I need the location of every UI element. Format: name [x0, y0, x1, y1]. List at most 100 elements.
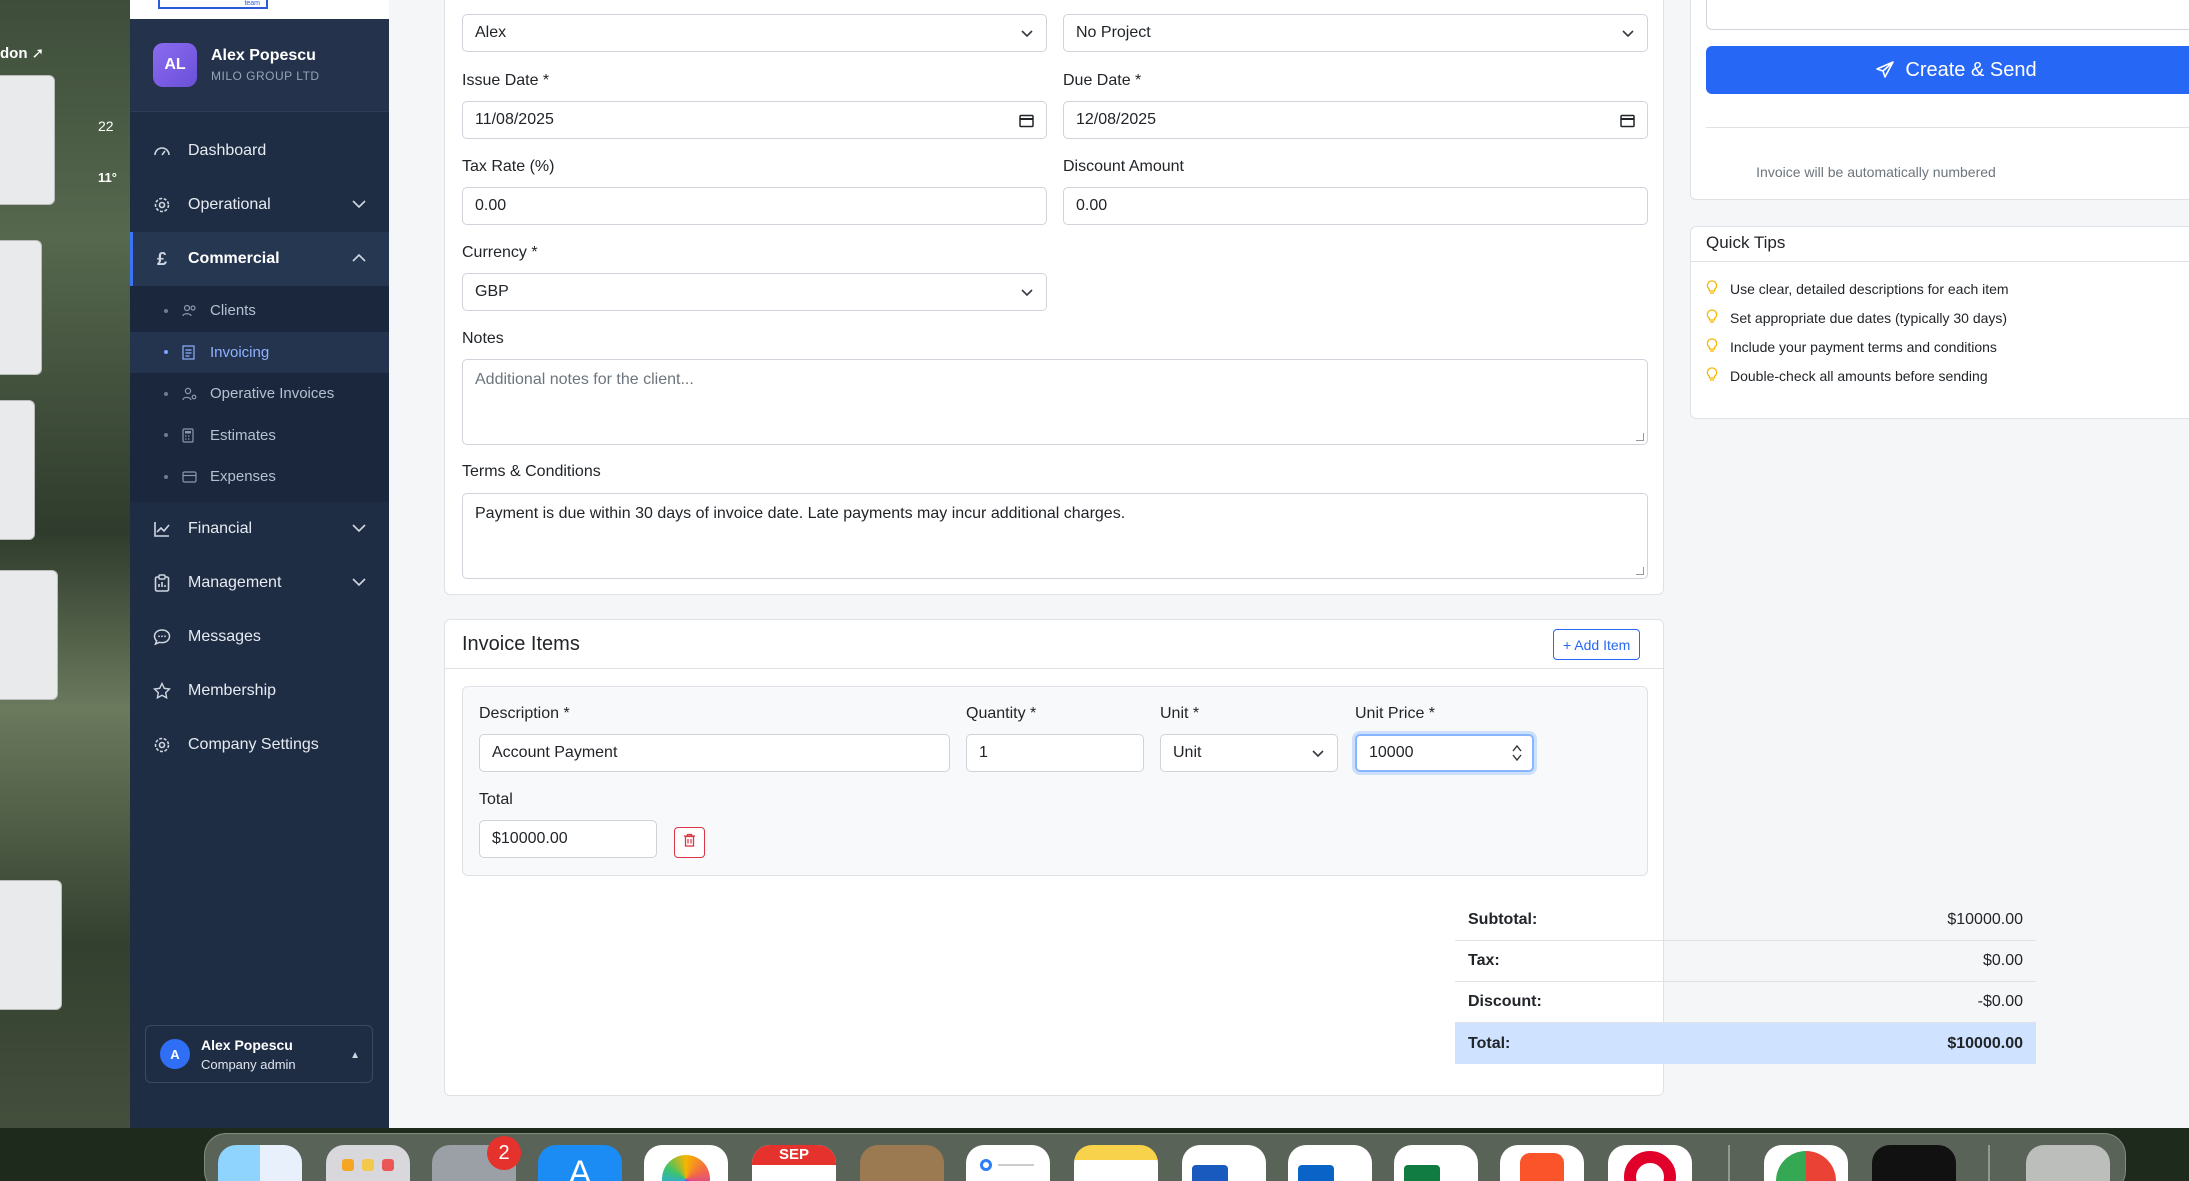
tip-item: Double-check all amounts before sending: [1706, 367, 1988, 385]
issue-date-input[interactable]: 11/08/2025: [462, 101, 1047, 139]
reminders-icon[interactable]: [966, 1145, 1050, 1181]
project-select[interactable]: No Project: [1063, 14, 1648, 52]
resize-handle[interactable]: [1636, 433, 1644, 441]
avatar: A: [160, 1039, 190, 1069]
due-date-input[interactable]: 12/08/2025: [1063, 101, 1648, 139]
currency-select-value: GBP: [475, 283, 509, 300]
desktop-window-thumbnail[interactable]: [0, 400, 35, 540]
desktop-window-thumbnail[interactable]: [0, 240, 42, 375]
item-unit-select[interactable]: Unit: [1160, 734, 1338, 772]
finder-icon[interactable]: [218, 1145, 302, 1181]
item-quantity-input[interactable]: 1: [966, 734, 1144, 772]
delete-item-button[interactable]: [674, 827, 705, 858]
due-date-value: 12/08/2025: [1076, 111, 1157, 128]
launchpad-icon[interactable]: [326, 1145, 410, 1181]
main-content: Alex No Project Issue Date * 11/08/2025 …: [389, 0, 2189, 1128]
clipboard-icon: [152, 573, 172, 593]
outlook-icon[interactable]: [1288, 1145, 1372, 1181]
calendar-icon[interactable]: [1620, 113, 1635, 133]
tip-item: Use clear, detailed descriptions for eac…: [1706, 280, 2009, 298]
terms-textarea[interactable]: Payment is due within 30 days of invoice…: [462, 493, 1648, 579]
trash-icon: [683, 833, 696, 852]
desktop-window-thumbnail[interactable]: [0, 75, 55, 205]
item-unit-value: Unit: [1173, 744, 1202, 761]
dock-separator: [1988, 1145, 1990, 1181]
item-unit-price-value: 10000: [1369, 744, 1414, 761]
lightbulb-icon: [1706, 367, 1718, 385]
bullet-dot: [164, 433, 168, 438]
contacts-icon[interactable]: [860, 1145, 944, 1181]
notes-label: Notes: [462, 330, 504, 347]
notes-app-icon[interactable]: [1074, 1145, 1158, 1181]
item-description-input[interactable]: Account Payment: [479, 734, 950, 772]
sidebar-item-dashboard[interactable]: Dashboard: [130, 124, 389, 178]
avatar: AL: [153, 43, 197, 87]
notification-badge: 2: [487, 1136, 521, 1170]
add-item-button[interactable]: + Add Item: [1553, 629, 1641, 660]
tip-item: Set appropriate due dates (typically 30 …: [1706, 309, 2007, 327]
bullet-dot: [164, 308, 168, 313]
tip-text: Set appropriate due dates (typically 30 …: [1730, 310, 2008, 326]
sidebar-item-expenses[interactable]: Expenses: [130, 456, 389, 498]
sidebar-item-label: Company Settings: [188, 735, 319, 753]
create-send-button[interactable]: Create & Send: [1706, 46, 2189, 94]
actions-field-partial[interactable]: [1706, 0, 2189, 30]
sidebar-item-clients[interactable]: Clients: [130, 290, 389, 332]
sidebar-item-management[interactable]: Management: [130, 556, 389, 610]
account-menu[interactable]: A Alex Popescu Company admin ▲: [145, 1025, 373, 1083]
sidebar-item-membership[interactable]: Membership: [130, 664, 389, 718]
app-store-icon[interactable]: A: [538, 1145, 622, 1181]
tax-rate-input[interactable]: 0.00: [462, 187, 1047, 225]
opera-icon[interactable]: [1608, 1145, 1692, 1181]
bullet-dot: [164, 391, 168, 396]
photos-icon[interactable]: [644, 1145, 728, 1181]
total-summary-label: Total:: [1468, 1034, 1511, 1052]
sidebar-item-estimates[interactable]: Estimates: [130, 415, 389, 457]
currency-select[interactable]: GBP: [462, 273, 1047, 311]
chevron-down-icon: [1311, 746, 1325, 765]
calendar-icon[interactable]: SEP: [752, 1145, 836, 1181]
excel-icon[interactable]: [1394, 1145, 1478, 1181]
logo-strip: team: [130, 0, 389, 19]
sidebar-item-messages[interactable]: Messages: [130, 610, 389, 664]
notes-textarea[interactable]: Additional notes for the client...: [462, 359, 1648, 445]
brave-icon[interactable]: [1500, 1145, 1584, 1181]
client-select[interactable]: Alex: [462, 14, 1047, 52]
sidebar-item-commercial[interactable]: £ Commercial: [130, 232, 389, 286]
sidebar-item-operative-invoices[interactable]: Operative Invoices: [130, 373, 389, 415]
sidebar-item-financial[interactable]: Financial: [130, 502, 389, 556]
calendar-icon[interactable]: [1019, 113, 1034, 133]
quick-tips-title: Quick Tips: [1706, 233, 1786, 252]
sidebar-user[interactable]: AL Alex Popescu MILO GROUP LTD: [130, 19, 389, 112]
sidebar-item-operational[interactable]: Operational: [130, 178, 389, 232]
subtotal-value: $10000.00: [1947, 911, 2023, 928]
chrome-icon[interactable]: [1764, 1145, 1848, 1181]
brand-logo[interactable]: team: [158, 0, 268, 9]
star-icon: [152, 681, 172, 701]
word-icon[interactable]: [1182, 1145, 1266, 1181]
resize-handle[interactable]: [1636, 567, 1644, 575]
commercial-submenu: Clients Invoicing Operative Invoices Est…: [130, 286, 389, 502]
summary-tax-row: Tax: $0.00: [1455, 941, 2036, 982]
caret-up-icon: ▲: [350, 1050, 360, 1061]
item-unit-price-input[interactable]: 10000: [1355, 734, 1534, 772]
sidebar-item-company-settings[interactable]: Company Settings: [130, 718, 389, 772]
desktop-window-thumbnail[interactable]: [0, 570, 58, 700]
number-stepper-icon[interactable]: [1512, 743, 1522, 768]
chevron-down-icon: [1020, 26, 1034, 45]
item-description-value: Account Payment: [492, 744, 618, 761]
gauge-icon: [152, 141, 172, 161]
sidebar-item-invoicing[interactable]: Invoicing: [130, 331, 389, 373]
item-total-input: $10000.00: [479, 820, 657, 858]
user-name: Alex Popescu: [211, 47, 316, 64]
sidebar-item-label: Clients: [210, 302, 256, 320]
mail-app-icon[interactable]: [1872, 1145, 1956, 1181]
desktop-window-thumbnail[interactable]: [0, 880, 62, 1010]
summary-discount-row: Discount: -$0.00: [1455, 982, 2036, 1023]
trash-bin-icon[interactable]: [2026, 1145, 2110, 1181]
tax-rate-value: 0.00: [475, 197, 507, 214]
item-quantity-value: 1: [979, 744, 988, 761]
sidebar-item-label: Management: [188, 573, 282, 591]
discount-amount-input[interactable]: 0.00: [1063, 187, 1648, 225]
auto-number-note: Invoice will be automatically numbered: [1756, 164, 1996, 180]
